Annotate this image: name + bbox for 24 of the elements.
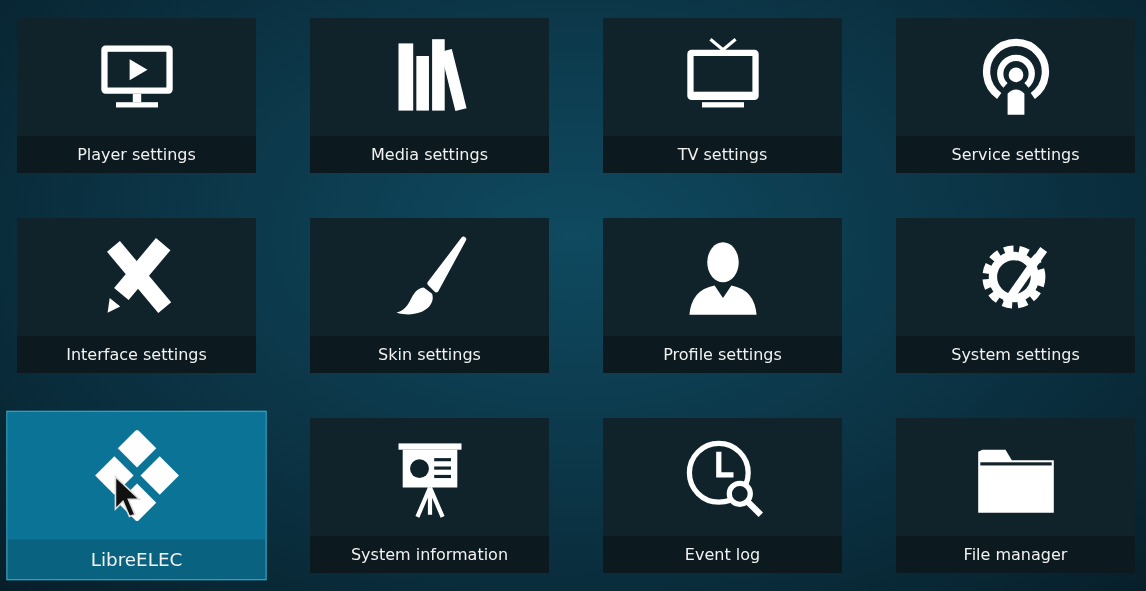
settings-tile[interactable]: Interface settings (17, 218, 256, 373)
tile-label: LibreELEC (7, 539, 266, 580)
tile-label: Profile settings (603, 336, 842, 373)
tile-label: Skin settings (310, 336, 549, 373)
settings-tile[interactable]: TV settings (603, 18, 842, 173)
tile-label: File manager (896, 536, 1135, 573)
tile-label: Media settings (310, 136, 549, 173)
tile-label: System settings (896, 336, 1135, 373)
settings-tile[interactable]: Media settings (310, 18, 549, 173)
tile-label: Player settings (17, 136, 256, 173)
tile-label: Interface settings (17, 336, 256, 373)
tile-label: TV settings (603, 136, 842, 173)
settings-tile[interactable]: Profile settings (603, 218, 842, 373)
settings-tile[interactable]: System information (310, 418, 549, 573)
tile-label: Event log (603, 536, 842, 573)
settings-tile[interactable]: LibreELEC (7, 411, 266, 580)
settings-tile[interactable]: System settings (896, 218, 1135, 373)
tile-label: Service settings (896, 136, 1135, 173)
settings-tile[interactable]: Skin settings (310, 218, 549, 373)
settings-tile[interactable]: File manager (896, 418, 1135, 573)
settings-tile[interactable]: Player settings (17, 18, 256, 173)
tile-label: System information (310, 536, 549, 573)
settings-tile[interactable]: Event log (603, 418, 842, 573)
settings-tile[interactable]: Service settings (896, 18, 1135, 173)
